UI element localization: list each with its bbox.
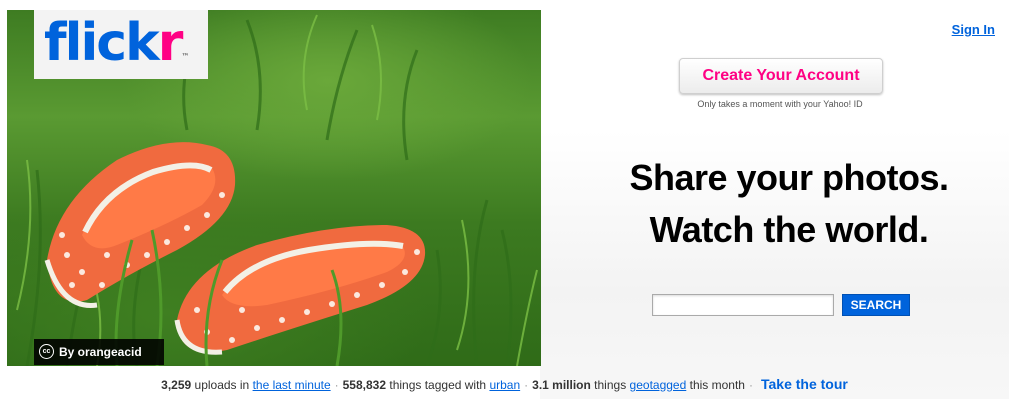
logo-trademark: ™ — [181, 52, 189, 61]
photo-credit-text: By orangeacid — [59, 345, 142, 359]
tagged-count: 558,832 — [342, 378, 387, 392]
uploads-text: uploads in — [194, 378, 250, 392]
uploads-count: 3,259 — [161, 378, 192, 392]
urban-tag-link[interactable]: urban — [489, 378, 520, 392]
take-the-tour-link[interactable]: Take the tour — [761, 376, 848, 392]
logo-text-r: r — [157, 13, 184, 73]
create-account-note: Only takes a moment with your Yahoo! ID — [697, 99, 863, 109]
creative-commons-icon: cc — [39, 344, 54, 360]
geotagged-suffix: this month — [689, 378, 745, 392]
geotagged-count: 3.1 million — [532, 378, 591, 392]
geotagged-link[interactable]: geotagged — [630, 378, 687, 392]
separator-dot: · — [748, 378, 753, 392]
tagline-line-2: Watch the world. — [649, 209, 929, 250]
photo-credit[interactable]: cc By orangeacid — [34, 339, 164, 365]
tagline-line-1: Share your photos. — [629, 157, 949, 198]
last-minute-link[interactable]: the last minute — [253, 378, 331, 392]
separator-dot: · — [334, 378, 339, 392]
logo-text-flick: flick — [44, 13, 160, 73]
flickr-logo[interactable]: flickr™ — [34, 10, 208, 79]
stats-bar: 3,259 uploads in the last minute · 558,832… — [0, 376, 1009, 392]
tagline: Share your photos. Watch the world. — [560, 152, 1009, 256]
separator-dot: · — [524, 378, 529, 392]
search-button[interactable]: SEARCH — [842, 294, 910, 316]
tagged-text: things tagged with — [389, 378, 487, 392]
create-account-button[interactable]: Create Your Account — [679, 58, 883, 94]
sign-in-link[interactable]: Sign In — [952, 22, 995, 37]
geotagged-text: things — [594, 378, 627, 392]
search-input[interactable] — [652, 294, 834, 316]
